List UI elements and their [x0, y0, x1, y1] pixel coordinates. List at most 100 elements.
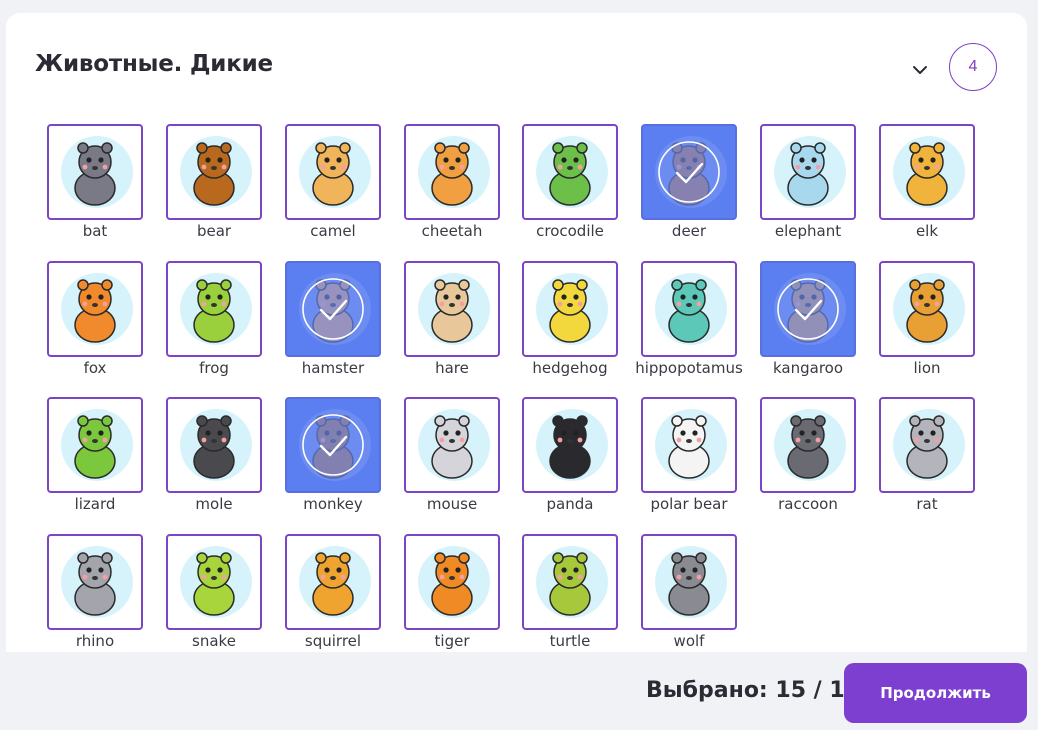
animal-tile[interactable]: panda [522, 397, 618, 513]
animal-card[interactable] [522, 261, 618, 357]
animal-card[interactable] [404, 397, 500, 493]
animal-tile[interactable]: tiger [404, 534, 500, 650]
animal-illustration-icon [668, 279, 710, 343]
animal-tile[interactable]: cheetah [404, 124, 500, 240]
animal-card[interactable] [879, 397, 975, 493]
animal-illustration-icon [74, 415, 116, 479]
animal-label: mouse [426, 495, 478, 513]
animal-card[interactable] [166, 124, 262, 220]
animal-card[interactable] [404, 534, 500, 630]
animal-label: polar bear [650, 495, 728, 513]
animal-card[interactable] [285, 534, 381, 630]
animal-card[interactable] [47, 534, 143, 630]
animal-card[interactable] [404, 261, 500, 357]
animal-card[interactable] [166, 261, 262, 357]
animal-tile[interactable]: hamster [285, 261, 381, 377]
animal-label: lizard [74, 495, 116, 513]
animal-card[interactable] [641, 397, 737, 493]
animal-label: frog [199, 359, 229, 377]
checkmark-icon [777, 278, 839, 340]
animal-card[interactable] [166, 397, 262, 493]
animal-tile[interactable]: mouse [404, 397, 500, 513]
animal-label: lion [913, 359, 941, 377]
animal-card[interactable] [760, 261, 856, 357]
animal-card[interactable] [641, 261, 737, 357]
animal-illustration-icon [74, 279, 116, 343]
animal-label: cheetah [421, 222, 483, 240]
animal-card[interactable] [522, 534, 618, 630]
animal-illustration-icon [193, 279, 235, 343]
animal-tile[interactable]: kangaroo [760, 261, 856, 377]
animal-illustration-icon [549, 415, 591, 479]
animal-tile[interactable]: hippopotamus [635, 261, 743, 377]
animal-illustration-icon [549, 552, 591, 616]
animal-tile[interactable]: fox [47, 261, 143, 377]
animal-tile[interactable]: turtle [522, 534, 618, 650]
animal-tile[interactable]: hedgehog [522, 261, 618, 377]
chevron-down-icon[interactable] [909, 59, 931, 81]
animal-card[interactable] [641, 534, 737, 630]
animal-card[interactable] [285, 397, 381, 493]
animal-illustration-icon [431, 415, 473, 479]
animal-tile[interactable]: camel [285, 124, 381, 240]
animal-tile[interactable]: hare [404, 261, 500, 377]
animal-label: kangaroo [772, 359, 844, 377]
animal-illustration-icon [312, 142, 354, 206]
animal-illustration-icon [193, 415, 235, 479]
animal-tile[interactable]: bat [47, 124, 143, 240]
animal-label: bear [196, 222, 232, 240]
animal-label: elephant [774, 222, 842, 240]
animal-illustration-icon [431, 142, 473, 206]
animal-illustration-icon [431, 279, 473, 343]
animal-tile[interactable]: wolf [641, 534, 737, 650]
animal-illustration-icon [193, 552, 235, 616]
animal-tile[interactable]: lizard [47, 397, 143, 513]
animal-card[interactable] [404, 124, 500, 220]
animal-card[interactable] [879, 124, 975, 220]
animal-tile[interactable]: raccoon [760, 397, 856, 513]
animal-illustration-icon [549, 279, 591, 343]
animal-tile[interactable]: frog [166, 261, 262, 377]
animal-card[interactable] [166, 534, 262, 630]
animal-tile[interactable]: elephant [760, 124, 856, 240]
animal-tile[interactable]: crocodile [522, 124, 618, 240]
animal-card[interactable] [522, 124, 618, 220]
animal-label: squirrel [304, 632, 362, 650]
animal-card[interactable] [641, 124, 737, 220]
animal-card[interactable] [760, 124, 856, 220]
animal-tile[interactable]: rhino [47, 534, 143, 650]
animal-tile[interactable]: deer [641, 124, 737, 240]
animal-label: panda [546, 495, 594, 513]
animal-label: turtle [549, 632, 591, 650]
animal-illustration-icon [74, 552, 116, 616]
animal-tile[interactable]: rat [879, 397, 975, 513]
animal-card[interactable] [285, 124, 381, 220]
animal-card[interactable] [285, 261, 381, 357]
animal-tile[interactable]: bear [166, 124, 262, 240]
animal-tile[interactable]: elk [879, 124, 975, 240]
checkmark-icon [302, 278, 364, 340]
animal-tile[interactable]: lion [879, 261, 975, 377]
animal-card[interactable] [522, 397, 618, 493]
animal-card[interactable] [760, 397, 856, 493]
animal-label: crocodile [536, 222, 604, 240]
animal-illustration-icon [906, 142, 948, 206]
animal-label: fox [83, 359, 107, 377]
animal-card[interactable] [879, 261, 975, 357]
animal-tile[interactable]: monkey [285, 397, 381, 513]
checkmark-icon [302, 414, 364, 476]
animal-tile[interactable]: squirrel [285, 534, 381, 650]
animal-label: hedgehog [532, 359, 608, 377]
animal-card[interactable] [47, 261, 143, 357]
animal-illustration-icon [431, 552, 473, 616]
category-selected-count: 4 [949, 43, 997, 91]
continue-button[interactable]: Продолжить [844, 663, 1027, 723]
animal-label: raccoon [778, 495, 838, 513]
animal-card[interactable] [47, 397, 143, 493]
animal-label: monkey [303, 495, 363, 513]
animal-card[interactable] [47, 124, 143, 220]
animal-tile[interactable]: snake [166, 534, 262, 650]
animal-label: rhino [75, 632, 115, 650]
animal-tile[interactable]: polar bear [641, 397, 737, 513]
animal-tile[interactable]: mole [166, 397, 262, 513]
